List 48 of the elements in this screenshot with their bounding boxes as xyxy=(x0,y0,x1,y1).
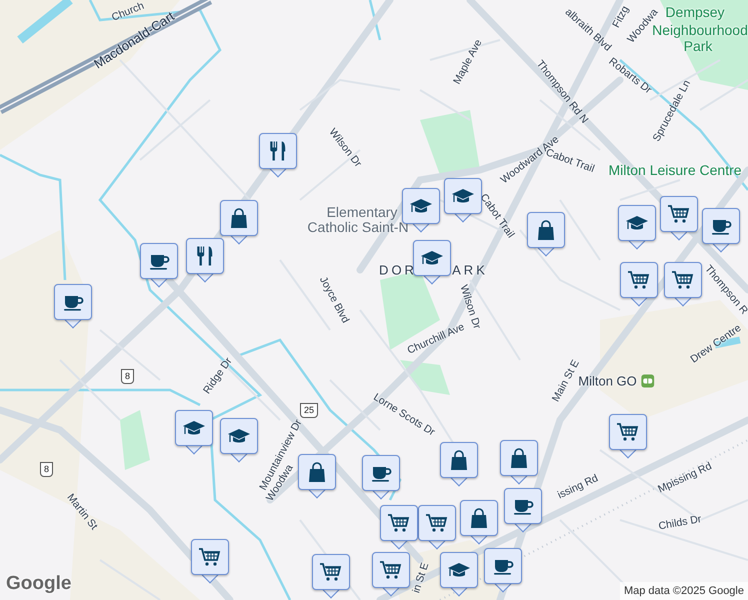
map-pin[interactable] xyxy=(220,418,258,464)
map-attribution: Map data ©2025 Google xyxy=(620,582,748,600)
route-shield: 8 xyxy=(40,462,54,477)
map-pin[interactable] xyxy=(620,262,658,308)
map-pin[interactable] xyxy=(380,505,418,551)
street-label: in St E xyxy=(411,562,431,594)
map-pin[interactable] xyxy=(298,454,336,500)
map-pin[interactable] xyxy=(618,205,656,251)
map-pin[interactable] xyxy=(440,552,478,598)
park-label: Dempsey xyxy=(665,5,725,19)
map-pin[interactable] xyxy=(259,133,297,179)
map-pin[interactable] xyxy=(527,212,565,258)
map-pin[interactable] xyxy=(140,243,178,289)
street-map-drawing[interactable] xyxy=(0,0,748,600)
map-pin[interactable] xyxy=(504,488,542,534)
map-pin[interactable] xyxy=(191,539,229,585)
place-label: Catholic Saint-N xyxy=(307,220,409,234)
map-pin[interactable] xyxy=(362,455,400,501)
route-shield: 25 xyxy=(300,403,318,418)
street-label: Childs Dr xyxy=(658,514,702,532)
station-label: Milton GO xyxy=(578,374,637,388)
map-pin[interactable] xyxy=(175,410,213,456)
map-logo: Google xyxy=(6,572,72,596)
map-pin[interactable] xyxy=(460,500,498,546)
neighbourhood-label: ARK xyxy=(452,264,488,276)
map-pin[interactable] xyxy=(54,284,92,330)
map-pin[interactable] xyxy=(312,554,350,600)
map-pin[interactable] xyxy=(444,178,482,224)
fork-knife-icon xyxy=(197,244,213,268)
place-label: Elementary xyxy=(326,205,398,219)
route-shield: 8 xyxy=(121,369,134,384)
map-pin[interactable] xyxy=(186,238,224,284)
map-pin[interactable] xyxy=(220,200,258,246)
map-pin[interactable] xyxy=(372,552,410,598)
park-label: Park xyxy=(684,39,712,53)
park-label: Milton Leisure Centre xyxy=(608,163,742,177)
map-pin[interactable] xyxy=(660,196,698,242)
map-pin[interactable] xyxy=(500,440,538,486)
map-pin[interactable] xyxy=(702,208,740,254)
map-pin[interactable] xyxy=(664,262,702,308)
map-pin[interactable] xyxy=(484,548,522,594)
map-pin[interactable] xyxy=(609,414,647,460)
map-pin[interactable] xyxy=(418,505,456,551)
street-label: Joyce Blvd xyxy=(317,275,351,325)
fork-knife-icon xyxy=(270,139,286,163)
map-pin[interactable] xyxy=(440,442,478,488)
map-pin[interactable] xyxy=(413,240,451,286)
street-label: issing Rd xyxy=(556,473,600,501)
